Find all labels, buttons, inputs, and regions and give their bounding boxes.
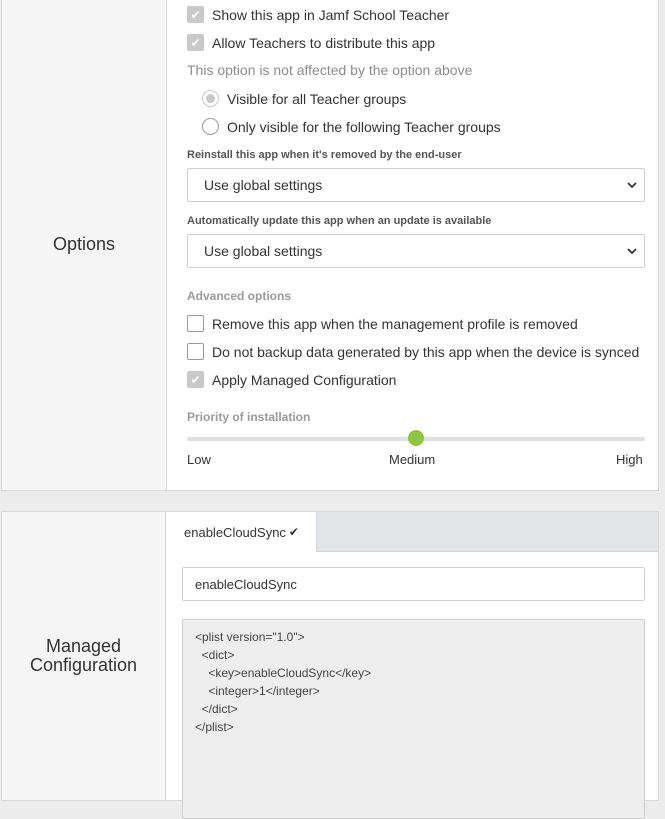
no-backup-label: Do not backup data generated by this app… bbox=[212, 343, 640, 360]
show-in-teacher-row[interactable]: ✔ Show this app in Jamf School Teacher bbox=[187, 6, 449, 23]
auto-update-label: Automatically update this app when an up… bbox=[187, 215, 492, 227]
priority-low-label: Low bbox=[187, 452, 211, 467]
show-in-teacher-checkbox[interactable]: ✔ bbox=[187, 6, 204, 23]
advanced-options-title: Advanced options bbox=[187, 289, 292, 303]
options-content: ✔ Show this app in Jamf School Teacher ✔… bbox=[167, 0, 658, 490]
no-backup-checkbox[interactable] bbox=[187, 343, 204, 360]
visible-only-groups-row[interactable]: Only visible for the following Teacher g… bbox=[202, 118, 501, 135]
remove-on-profile-checkbox[interactable] bbox=[187, 315, 204, 332]
reinstall-label: Reinstall this app when it's removed by … bbox=[187, 149, 462, 161]
show-in-teacher-label: Show this app in Jamf School Teacher bbox=[212, 6, 450, 23]
apply-managed-config-row[interactable]: ✔ Apply Managed Configuration bbox=[187, 371, 396, 388]
priority-medium-label: Medium bbox=[389, 452, 436, 467]
priority-title: Priority of installation bbox=[187, 410, 311, 424]
apply-managed-config-label: Apply Managed Configuration bbox=[212, 371, 397, 388]
options-section-label: Options bbox=[2, 0, 167, 490]
visible-all-groups-label: Visible for all Teacher groups bbox=[227, 90, 407, 107]
auto-update-select[interactable]: Use global settings bbox=[187, 234, 645, 268]
remove-on-profile-row[interactable]: Remove this app when the management prof… bbox=[187, 315, 578, 332]
managed-config-panel: Managed Configuration enableCloudSync ✔ … bbox=[1, 511, 659, 819]
tab-enable-cloud-sync[interactable]: enableCloudSync ✔ bbox=[167, 512, 317, 552]
priority-slider-thumb[interactable] bbox=[408, 430, 424, 446]
visible-all-groups-row[interactable]: Visible for all Teacher groups bbox=[202, 90, 406, 107]
visible-only-groups-radio[interactable] bbox=[202, 118, 219, 135]
chevron-down-icon bbox=[627, 182, 637, 189]
not-affected-note: This option is not affected by the optio… bbox=[187, 62, 473, 78]
reinstall-select-value: Use global settings bbox=[204, 177, 323, 193]
managed-config-content: enableCloudSync ✔ enableCloudSync <plist… bbox=[167, 512, 658, 819]
visible-all-groups-radio[interactable] bbox=[202, 90, 219, 107]
apply-managed-config-checkbox[interactable]: ✔ bbox=[187, 371, 204, 388]
plist-textarea[interactable]: <plist version="1.0"> <dict> <key>enable… bbox=[182, 619, 645, 819]
auto-update-select-value: Use global settings bbox=[204, 243, 323, 259]
visible-only-groups-label: Only visible for the following Teacher g… bbox=[227, 118, 501, 135]
allow-distribute-checkbox[interactable]: ✔ bbox=[187, 34, 204, 51]
check-icon: ✔ bbox=[288, 525, 299, 539]
allow-distribute-row[interactable]: ✔ Allow Teachers to distribute this app bbox=[187, 34, 435, 51]
chevron-down-icon bbox=[627, 248, 637, 255]
priority-high-label: High bbox=[616, 452, 643, 467]
managed-config-section-label: Managed Configuration bbox=[2, 512, 166, 800]
tab-label: enableCloudSync bbox=[184, 524, 286, 540]
allow-distribute-label: Allow Teachers to distribute this app bbox=[212, 34, 436, 51]
no-backup-row[interactable]: Do not backup data generated by this app… bbox=[187, 343, 639, 360]
remove-on-profile-label: Remove this app when the management prof… bbox=[212, 315, 578, 332]
config-key-input[interactable]: enableCloudSync bbox=[182, 567, 645, 601]
reinstall-select[interactable]: Use global settings bbox=[187, 168, 645, 202]
options-panel: Options ✔ Show this app in Jamf School T… bbox=[1, 0, 659, 491]
